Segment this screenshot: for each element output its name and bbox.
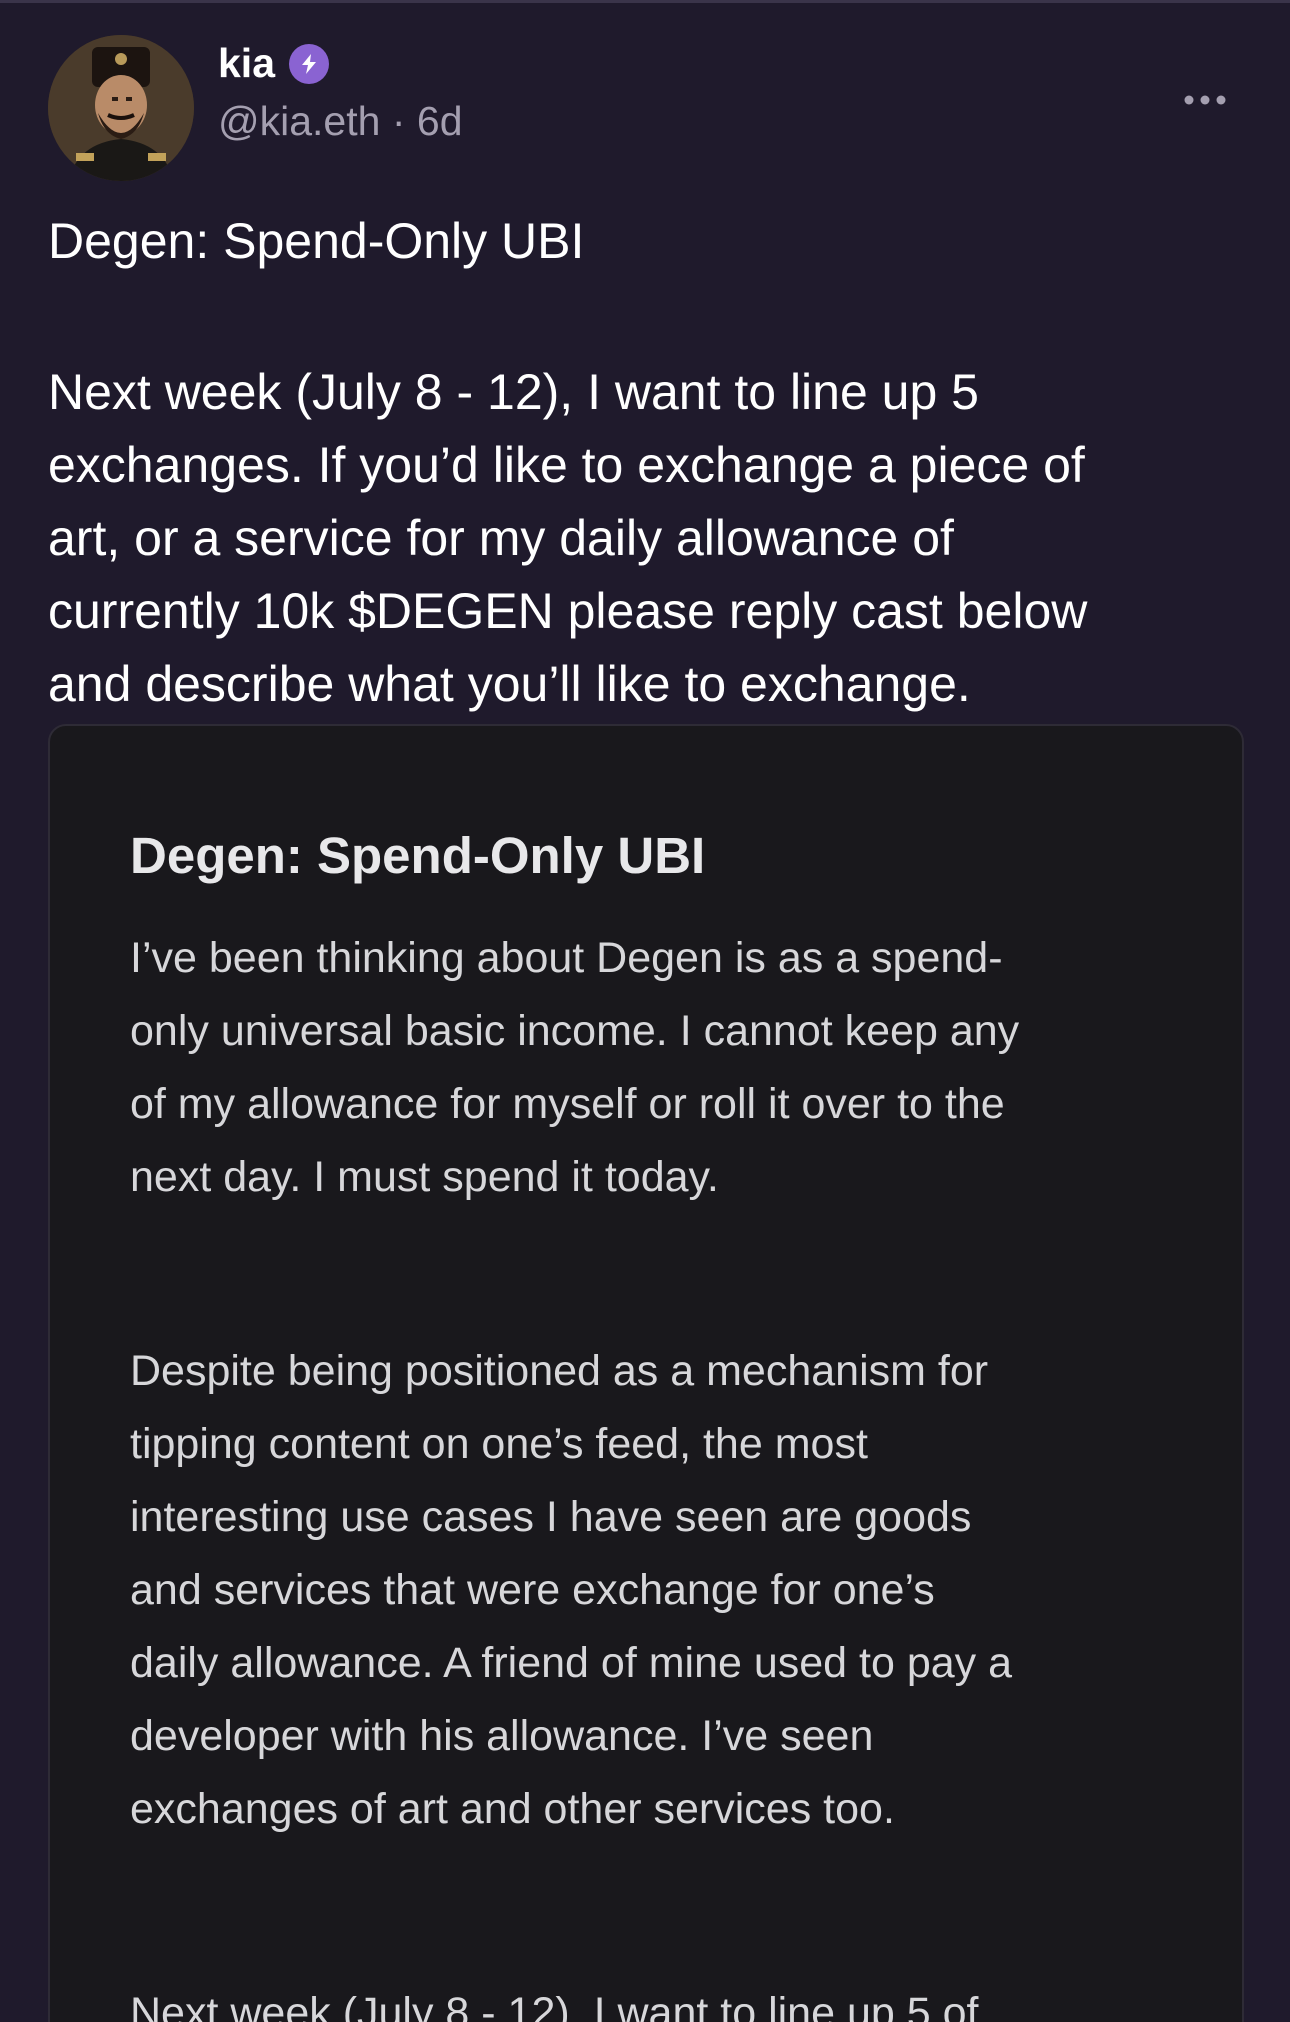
more-options-icon[interactable]	[1180, 80, 1230, 120]
cast-body-line: art, or a service for my daily allowance…	[48, 510, 954, 566]
cast-body-line: Next week (July 8 - 12), I want to line …	[48, 364, 979, 420]
cast-body-line: exchanges. If you’d like to exchange a p…	[48, 437, 1085, 493]
embed-line: of my allowance for myself or roll it ov…	[130, 1080, 1005, 1128]
embedded-article-card[interactable]: Degen: Spend-Only UBI I’ve been thinking…	[48, 724, 1244, 2022]
cast-body: Next week (July 8 - 12), I want to line …	[48, 356, 1248, 721]
embed-line: interesting use cases I have seen are go…	[130, 1493, 972, 1541]
embed-title: Degen: Spend-Only UBI	[130, 827, 706, 884]
cast-title: Degen: Spend-Only UBI	[48, 213, 585, 269]
post-age: 6d	[416, 98, 463, 144]
embed-line: I’ve been thinking about Degen is as a s…	[130, 934, 1003, 982]
embed-paragraph-2: Despite being positioned as a mechanism …	[130, 1335, 1012, 1846]
embed-line: developer with his allowance. I’ve seen	[130, 1712, 874, 1760]
author-display-name[interactable]: kia	[218, 40, 275, 87]
embed-line: exchanges of art and other services too.	[130, 1785, 895, 1833]
author-handle[interactable]: @kia.eth	[218, 98, 380, 144]
portrait-image	[48, 35, 194, 181]
author-meta: @kia.eth · 6d	[218, 98, 463, 145]
avatar[interactable]	[48, 35, 194, 181]
author-header: kia	[218, 40, 329, 87]
meta-separator: ·	[391, 98, 406, 144]
embed-line: and services that were exchange for one’…	[130, 1566, 935, 1614]
cast-body-line: and describe what you’ll like to exchang…	[48, 656, 971, 712]
embed-paragraph-1: I’ve been thinking about Degen is as a s…	[130, 922, 1019, 1214]
top-divider	[0, 0, 1290, 3]
cast-body-line: currently 10k $DEGEN please reply cast b…	[48, 583, 1088, 639]
embed-paragraph-3: Next week (July 8 - 12), I want to line …	[130, 1977, 978, 2022]
embed-line: Despite being positioned as a mechanism …	[130, 1347, 989, 1395]
embed-line: tipping content on one’s feed, the most	[130, 1420, 868, 1468]
embed-line: only universal basic income. I cannot ke…	[130, 1007, 1020, 1055]
embed-line: Next week (July 8 - 12), I want to line …	[130, 1989, 979, 2022]
lightning-badge-icon	[289, 43, 329, 84]
embed-line: next day. I must spend it today.	[130, 1153, 719, 1201]
embed-line: daily allowance. A friend of mine used t…	[130, 1639, 1013, 1687]
